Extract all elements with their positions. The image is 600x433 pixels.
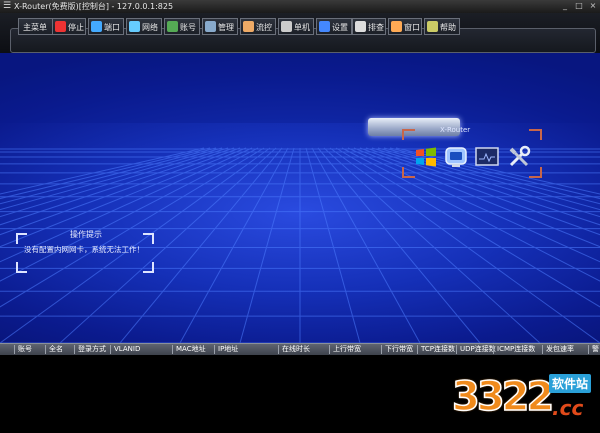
column-header[interactable]: IP地址 xyxy=(218,344,238,355)
tip-message: 没有配置内网网卡，系统无法工作！ xyxy=(24,245,144,254)
toolbar-button-1[interactable]: 停止 xyxy=(52,18,86,35)
column-header[interactable]: 账号 xyxy=(18,344,32,355)
toolbar-button-label: 停止 xyxy=(68,23,84,32)
toolbar-button-label: 端口 xyxy=(104,23,120,32)
perspective-grid xyxy=(0,53,600,343)
toolbar-button-3[interactable]: 网络 xyxy=(126,18,162,35)
account-icon xyxy=(167,21,178,32)
manage-icon xyxy=(205,21,216,32)
check-icon xyxy=(355,21,366,32)
menu-icon[interactable]: ☰ xyxy=(3,0,11,13)
toolbar-button-0[interactable]: 主菜单 xyxy=(18,18,54,35)
toolbar-button-7[interactable]: 单机 xyxy=(278,18,314,35)
terminal-icon[interactable] xyxy=(475,145,499,169)
help-icon xyxy=(427,21,438,32)
watermark-site-label: 软件站 xyxy=(549,374,592,393)
port-icon xyxy=(91,21,102,32)
toolbar-button-label: 网络 xyxy=(142,23,158,32)
watermark-domain: .cc xyxy=(552,396,584,420)
column-header[interactable]: ICMP连接数 xyxy=(497,344,535,355)
toolbar-button-label: 窗口 xyxy=(404,23,420,32)
connection-table-header: 账号 全名 登录方式 VLANID MAC地址 IP地址 在线时长 上行带宽 下行带宽 TCP连接… xyxy=(0,343,600,355)
toolbar-button-label: 排查 xyxy=(368,23,384,32)
minimize-button[interactable]: _ xyxy=(560,1,570,11)
toolbar-button-label: 帮助 xyxy=(440,23,456,32)
maximize-button[interactable]: □ xyxy=(574,1,584,11)
watermark-number: 3322 xyxy=(451,373,555,421)
toolbar-button-label: 账号 xyxy=(180,23,196,32)
monitor-icon[interactable] xyxy=(444,145,468,169)
flow-icon xyxy=(243,21,254,32)
toolbar-button-label: 单机 xyxy=(294,23,310,32)
column-header[interactable]: TCP连接数 xyxy=(421,344,455,355)
close-button[interactable]: × xyxy=(588,1,598,11)
toolbar-button-label: 管理 xyxy=(218,23,234,32)
site-watermark: 3322 软件站 .cc xyxy=(451,370,598,428)
tip-title: 操作提示 xyxy=(70,230,102,239)
toolbar-button-label: 设置 xyxy=(332,23,348,32)
main-view xyxy=(0,53,600,343)
column-header[interactable]: 警 xyxy=(592,344,599,355)
column-separator[interactable] xyxy=(14,345,15,354)
title-bar: ☰ X-Router(免费版)[控制台] - 127.0.0.1:825 _ □… xyxy=(0,0,600,13)
column-separator[interactable] xyxy=(214,345,215,354)
windows-icon[interactable] xyxy=(414,145,438,169)
toolbar-button-8[interactable]: 设置 xyxy=(316,18,352,35)
toolbar-button-label: 流控 xyxy=(256,23,272,32)
column-separator[interactable] xyxy=(172,345,173,354)
tools-icon[interactable] xyxy=(507,145,531,169)
column-separator[interactable] xyxy=(45,345,46,354)
column-header[interactable]: MAC地址 xyxy=(176,344,206,355)
column-separator[interactable] xyxy=(588,345,589,354)
stop-icon xyxy=(55,21,66,32)
network-icon xyxy=(129,21,140,32)
column-header[interactable]: 全名 xyxy=(49,344,63,355)
column-header[interactable]: 上行带宽 xyxy=(333,344,361,355)
toolbar-button-label: 主菜单 xyxy=(23,23,47,32)
column-separator[interactable] xyxy=(493,345,494,354)
toolbar-button-9[interactable]: 排查 xyxy=(352,18,386,35)
window-icon xyxy=(391,21,402,32)
column-header[interactable]: 登录方式 xyxy=(78,344,106,355)
toolbar-button-10[interactable]: 窗口 xyxy=(388,18,422,35)
column-separator[interactable] xyxy=(278,345,279,354)
column-header[interactable]: 发包速率 xyxy=(546,344,574,355)
column-separator[interactable] xyxy=(456,345,457,354)
toolbar-button-4[interactable]: 账号 xyxy=(164,18,200,35)
column-header[interactable]: VLANID xyxy=(114,344,140,355)
toolbar-button-5[interactable]: 管理 xyxy=(202,18,238,35)
window-title: X-Router(免费版)[控制台] - 127.0.0.1:825 xyxy=(14,2,174,11)
column-separator[interactable] xyxy=(542,345,543,354)
toolbar-button-11[interactable]: 帮助 xyxy=(424,18,460,35)
column-separator[interactable] xyxy=(417,345,418,354)
column-header[interactable]: 下行带宽 xyxy=(385,344,413,355)
settings-icon xyxy=(319,21,330,32)
column-separator[interactable] xyxy=(74,345,75,354)
toolbar-button-6[interactable]: 流控 xyxy=(240,18,276,35)
column-header[interactable]: UDP连接数 xyxy=(460,344,496,355)
toolbar-button-2[interactable]: 端口 xyxy=(88,18,124,35)
column-header[interactable]: 在线时长 xyxy=(282,344,310,355)
host-icon xyxy=(281,21,292,32)
column-separator[interactable] xyxy=(329,345,330,354)
column-separator[interactable] xyxy=(381,345,382,354)
column-separator[interactable] xyxy=(110,345,111,354)
